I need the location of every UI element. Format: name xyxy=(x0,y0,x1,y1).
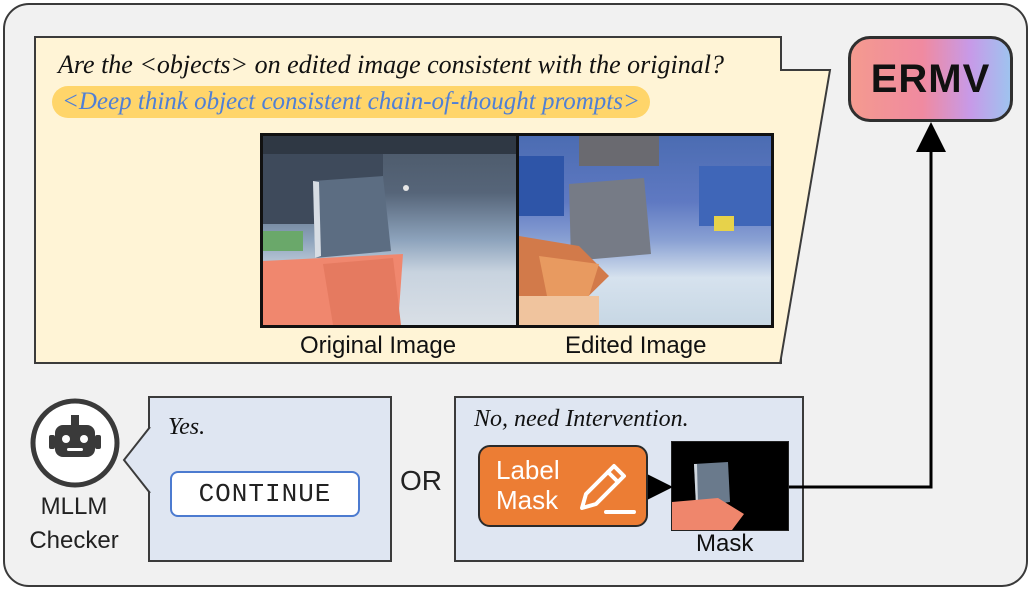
arrow-mask-to-ermv xyxy=(789,122,946,489)
flow-arrows xyxy=(648,122,946,500)
